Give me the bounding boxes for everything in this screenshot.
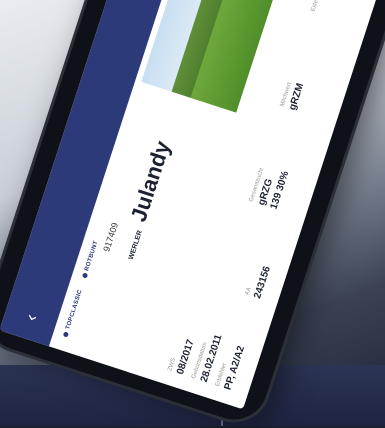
chevron-left-icon[interactable]: ‹ <box>13 300 48 335</box>
animal-name: Julandy <box>125 137 176 225</box>
farm-name: WERLER <box>127 229 144 261</box>
field-rzm: Milchwert gRZM <box>279 81 307 112</box>
animal-photo <box>141 0 304 113</box>
rzg-value: 139 <box>268 191 285 211</box>
breadcrumb-item[interactable]: TOPCLASSIC <box>62 289 84 338</box>
tag-icon <box>62 331 70 338</box>
field-exterior: Exterieur <box>310 0 324 13</box>
animal-title: WERLER Julandy <box>114 138 176 262</box>
field-zws: ZWS 08/2017 <box>167 338 197 376</box>
field-rzg: Gesamtzucht gRZG 139 30% <box>248 167 292 211</box>
tag-icon <box>81 272 89 280</box>
field-aa: AA 243156 <box>244 264 273 301</box>
breadcrumb-item[interactable]: ROTBUNT <box>81 240 100 280</box>
